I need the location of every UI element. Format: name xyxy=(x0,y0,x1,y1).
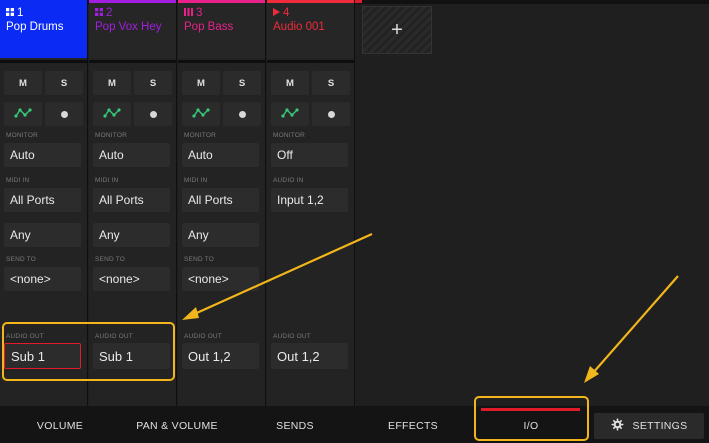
record-dot-icon xyxy=(327,110,335,118)
mute-button[interactable]: M xyxy=(271,71,309,95)
audio-out-field[interactable]: Out 1,2 xyxy=(182,343,259,369)
midi-channel-field[interactable]: Any xyxy=(182,223,259,247)
monitor-field[interactable]: Auto xyxy=(93,143,170,167)
send-to-field[interactable]: <none> xyxy=(4,267,81,291)
send-to-label: SEND TO xyxy=(95,256,126,263)
solo-button[interactable]: S xyxy=(223,71,261,95)
routing-button[interactable] xyxy=(182,102,220,126)
tab-sends[interactable]: SENDS xyxy=(250,408,340,443)
record-dot-icon xyxy=(238,110,246,118)
track-name: Pop Bass xyxy=(184,21,234,33)
pads-icon xyxy=(6,7,14,20)
track-header-4[interactable]: 4 Audio 001 xyxy=(267,0,354,58)
tab-io-label: I/O xyxy=(523,419,539,432)
routing-icon xyxy=(281,107,299,122)
divider xyxy=(0,60,87,63)
audio-out-label: AUDIO OUT xyxy=(273,333,311,340)
midi-in-label: MIDI IN xyxy=(95,177,119,184)
routing-icon xyxy=(14,107,32,122)
send-to-field[interactable]: <none> xyxy=(93,267,170,291)
track-header-1[interactable]: 1 Pop Drums xyxy=(0,0,87,58)
monitor-label: MONITOR xyxy=(95,132,127,139)
audio-out-label: AUDIO OUT xyxy=(95,333,133,340)
record-arm-button[interactable] xyxy=(223,102,261,126)
track-column-2: 2 Pop Vox Hey M S MONITOR Auto MIDI IN A… xyxy=(89,0,177,406)
record-arm-button[interactable] xyxy=(312,102,350,126)
midi-in-label: MIDI IN xyxy=(6,177,30,184)
track-number: 4 xyxy=(283,7,290,19)
monitor-field[interactable]: Off xyxy=(271,143,348,167)
plus-icon: + xyxy=(391,18,403,41)
audio-out-field[interactable]: Out 1,2 xyxy=(271,343,348,369)
midi-in-field[interactable]: All Ports xyxy=(4,188,81,212)
add-track-button[interactable]: + xyxy=(362,6,432,54)
keys-icon xyxy=(184,7,193,20)
mute-button[interactable]: M xyxy=(182,71,220,95)
settings-label: SETTINGS xyxy=(632,420,688,432)
track-header-3[interactable]: 3 Pop Bass xyxy=(178,0,265,58)
divider xyxy=(178,60,265,63)
monitor-label: MONITOR xyxy=(273,132,305,139)
solo-button[interactable]: S xyxy=(45,71,83,95)
routing-icon xyxy=(103,107,121,122)
send-to-field[interactable]: <none> xyxy=(182,267,259,291)
tab-io[interactable]: I/O xyxy=(474,408,588,443)
routing-icon xyxy=(192,107,210,122)
solo-button[interactable]: S xyxy=(312,71,350,95)
active-tab-indicator xyxy=(481,408,580,411)
midi-channel-field[interactable]: Any xyxy=(93,223,170,247)
midi-in-field[interactable]: All Ports xyxy=(182,188,259,212)
record-dot-icon xyxy=(60,110,68,118)
divider xyxy=(267,60,354,63)
settings-button[interactable]: SETTINGS xyxy=(594,413,704,439)
routing-button[interactable] xyxy=(271,102,309,126)
send-to-label: SEND TO xyxy=(184,256,215,263)
record-dot-icon xyxy=(149,110,157,118)
midi-channel-field[interactable]: Any xyxy=(4,223,81,247)
track-number: 3 xyxy=(196,7,203,19)
track-number: 1 xyxy=(17,7,24,19)
track-name: Pop Drums xyxy=(6,21,64,33)
record-arm-button[interactable] xyxy=(134,102,172,126)
monitor-field[interactable]: Auto xyxy=(182,143,259,167)
audio-out-field[interactable]: Sub 1 xyxy=(4,343,81,369)
audio-icon xyxy=(273,7,280,20)
audio-in-field[interactable]: Input 1,2 xyxy=(271,188,348,212)
track-header-2[interactable]: 2 Pop Vox Hey xyxy=(89,0,176,58)
midi-in-field[interactable]: All Ports xyxy=(93,188,170,212)
tab-volume[interactable]: VOLUME xyxy=(15,408,105,443)
track-column-3: 3 Pop Bass M S MONITOR Auto MIDI IN All … xyxy=(178,0,266,406)
solo-button[interactable]: S xyxy=(134,71,172,95)
audio-in-label: AUDIO IN xyxy=(273,177,304,184)
monitor-label: MONITOR xyxy=(6,132,38,139)
record-arm-button[interactable] xyxy=(45,102,83,126)
tab-pan-volume[interactable]: PAN & VOLUME xyxy=(118,408,236,443)
audio-out-label: AUDIO OUT xyxy=(6,333,44,340)
monitor-field[interactable]: Auto xyxy=(4,143,81,167)
tab-effects[interactable]: EFFECTS xyxy=(368,408,458,443)
track-column-4: 4 Audio 001 M S MONITOR Off AUDIO IN Inp… xyxy=(267,0,355,406)
arrow-head-io-tab xyxy=(584,366,599,383)
mute-button[interactable]: M xyxy=(4,71,42,95)
arrow-to-io-tab xyxy=(591,275,679,375)
midi-in-label: MIDI IN xyxy=(184,177,208,184)
monitor-label: MONITOR xyxy=(184,132,216,139)
track-number: 2 xyxy=(106,7,113,19)
track-name: Audio 001 xyxy=(273,21,325,33)
divider xyxy=(89,60,176,63)
gear-icon xyxy=(611,418,624,434)
routing-button[interactable] xyxy=(4,102,42,126)
audio-out-label: AUDIO OUT xyxy=(184,333,222,340)
track-column-1: 1 Pop Drums M S MONITOR Auto MIDI IN All… xyxy=(0,0,88,406)
send-to-label: SEND TO xyxy=(6,256,37,263)
audio-out-field[interactable]: Sub 1 xyxy=(93,343,170,369)
routing-button[interactable] xyxy=(93,102,131,126)
mute-button[interactable]: M xyxy=(93,71,131,95)
pads-icon xyxy=(95,7,103,20)
track-name: Pop Vox Hey xyxy=(95,21,162,33)
